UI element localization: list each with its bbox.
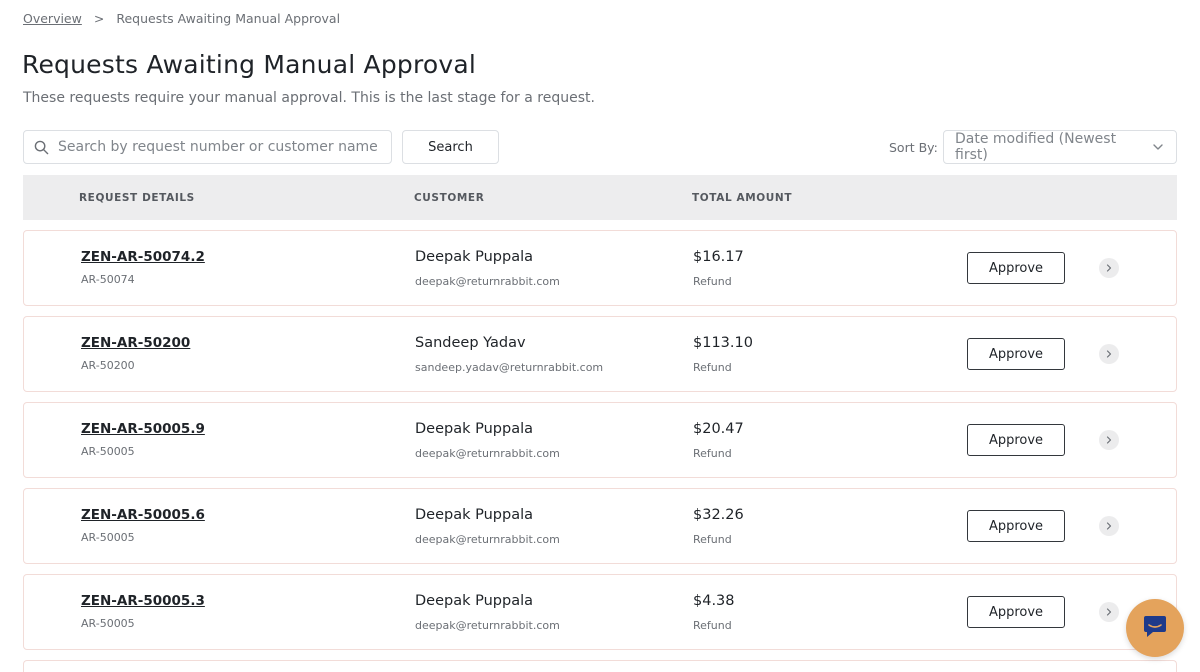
- customer-email: deepak@returnrabbit.com: [415, 533, 560, 546]
- approve-button[interactable]: Approve: [967, 510, 1065, 542]
- total-amount: $16.17: [693, 249, 744, 265]
- header-customer: CUSTOMER: [414, 192, 485, 204]
- amount-type: Refund: [693, 619, 732, 632]
- chevron-right-icon[interactable]: [1099, 344, 1119, 364]
- amount-type: Refund: [693, 275, 732, 288]
- approve-button[interactable]: Approve: [967, 596, 1065, 628]
- request-id-link[interactable]: ZEN-AR-50005.9: [81, 421, 205, 437]
- request-list: ZEN-AR-50074.2 AR-50074 Deepak Puppala d…: [23, 230, 1177, 672]
- request-id-link[interactable]: ZEN-AR-50074.2: [81, 249, 205, 265]
- breadcrumb-separator: >: [93, 11, 105, 26]
- sort-selected-value: Date modified (Newest first): [955, 131, 1117, 163]
- search-button[interactable]: Search: [402, 130, 499, 164]
- request-sub-id: AR-50074: [81, 273, 135, 286]
- customer-email: deepak@returnrabbit.com: [415, 619, 560, 632]
- request-id-link[interactable]: ZEN-AR-50200: [81, 335, 190, 351]
- sort-label: Sort By:: [889, 140, 938, 155]
- approval-page: Overview > Requests Awaiting Manual Appr…: [0, 0, 1200, 672]
- request-sub-id: AR-50005: [81, 531, 135, 544]
- customer-name: Deepak Puppala: [415, 421, 533, 437]
- customer-name: Deepak Puppala: [415, 593, 533, 609]
- approve-button[interactable]: Approve: [967, 424, 1065, 456]
- request-sub-id: AR-50200: [81, 359, 135, 372]
- header-total-amount: TOTAL AMOUNT: [692, 192, 793, 204]
- request-row[interactable]: [23, 660, 1177, 672]
- sort-select[interactable]: Date modified (Newest first): [943, 130, 1177, 164]
- amount-type: Refund: [693, 447, 732, 460]
- breadcrumb: Overview > Requests Awaiting Manual Appr…: [23, 11, 340, 26]
- customer-email: deepak@returnrabbit.com: [415, 275, 560, 288]
- header-request-details: REQUEST DETAILS: [79, 192, 195, 204]
- chevron-right-icon[interactable]: [1099, 516, 1119, 536]
- request-row[interactable]: ZEN-AR-50200 AR-50200 Sandeep Yadav sand…: [23, 316, 1177, 392]
- total-amount: $4.38: [693, 593, 735, 609]
- page-subtitle: These requests require your manual appro…: [23, 90, 595, 106]
- customer-name: Sandeep Yadav: [415, 335, 526, 351]
- search-icon: [24, 130, 58, 164]
- chevron-down-icon: [1152, 138, 1164, 157]
- chat-icon: [1140, 611, 1170, 645]
- page-title: Requests Awaiting Manual Approval: [22, 50, 477, 79]
- customer-name: Deepak Puppala: [415, 507, 533, 523]
- request-id-link[interactable]: ZEN-AR-50005.6: [81, 507, 205, 523]
- total-amount: $113.10: [693, 335, 753, 351]
- table-header: REQUEST DETAILS CUSTOMER TOTAL AMOUNT: [23, 175, 1177, 220]
- request-id-link[interactable]: ZEN-AR-50005.3: [81, 593, 205, 609]
- amount-type: Refund: [693, 361, 732, 374]
- chevron-right-icon[interactable]: [1099, 430, 1119, 450]
- request-row[interactable]: ZEN-AR-50005.6 AR-50005 Deepak Puppala d…: [23, 488, 1177, 564]
- total-amount: $32.26: [693, 507, 744, 523]
- request-sub-id: AR-50005: [81, 445, 135, 458]
- customer-email: deepak@returnrabbit.com: [415, 447, 560, 460]
- amount-type: Refund: [693, 533, 732, 546]
- request-row[interactable]: ZEN-AR-50005.3 AR-50005 Deepak Puppala d…: [23, 574, 1177, 650]
- chevron-right-icon[interactable]: [1099, 602, 1119, 622]
- total-amount: $20.47: [693, 421, 744, 437]
- request-row[interactable]: ZEN-AR-50074.2 AR-50074 Deepak Puppala d…: [23, 230, 1177, 306]
- customer-name: Deepak Puppala: [415, 249, 533, 265]
- approve-button[interactable]: Approve: [967, 338, 1065, 370]
- search-box[interactable]: [23, 130, 392, 164]
- chat-launcher-button[interactable]: [1126, 599, 1184, 657]
- approve-button[interactable]: Approve: [967, 252, 1065, 284]
- breadcrumb-overview-link[interactable]: Overview: [23, 11, 82, 26]
- request-sub-id: AR-50005: [81, 617, 135, 630]
- request-row[interactable]: ZEN-AR-50005.9 AR-50005 Deepak Puppala d…: [23, 402, 1177, 478]
- customer-email: sandeep.yadav@returnrabbit.com: [415, 361, 604, 374]
- breadcrumb-current: Requests Awaiting Manual Approval: [116, 11, 341, 26]
- chevron-right-icon[interactable]: [1099, 258, 1119, 278]
- search-input[interactable]: [58, 132, 378, 162]
